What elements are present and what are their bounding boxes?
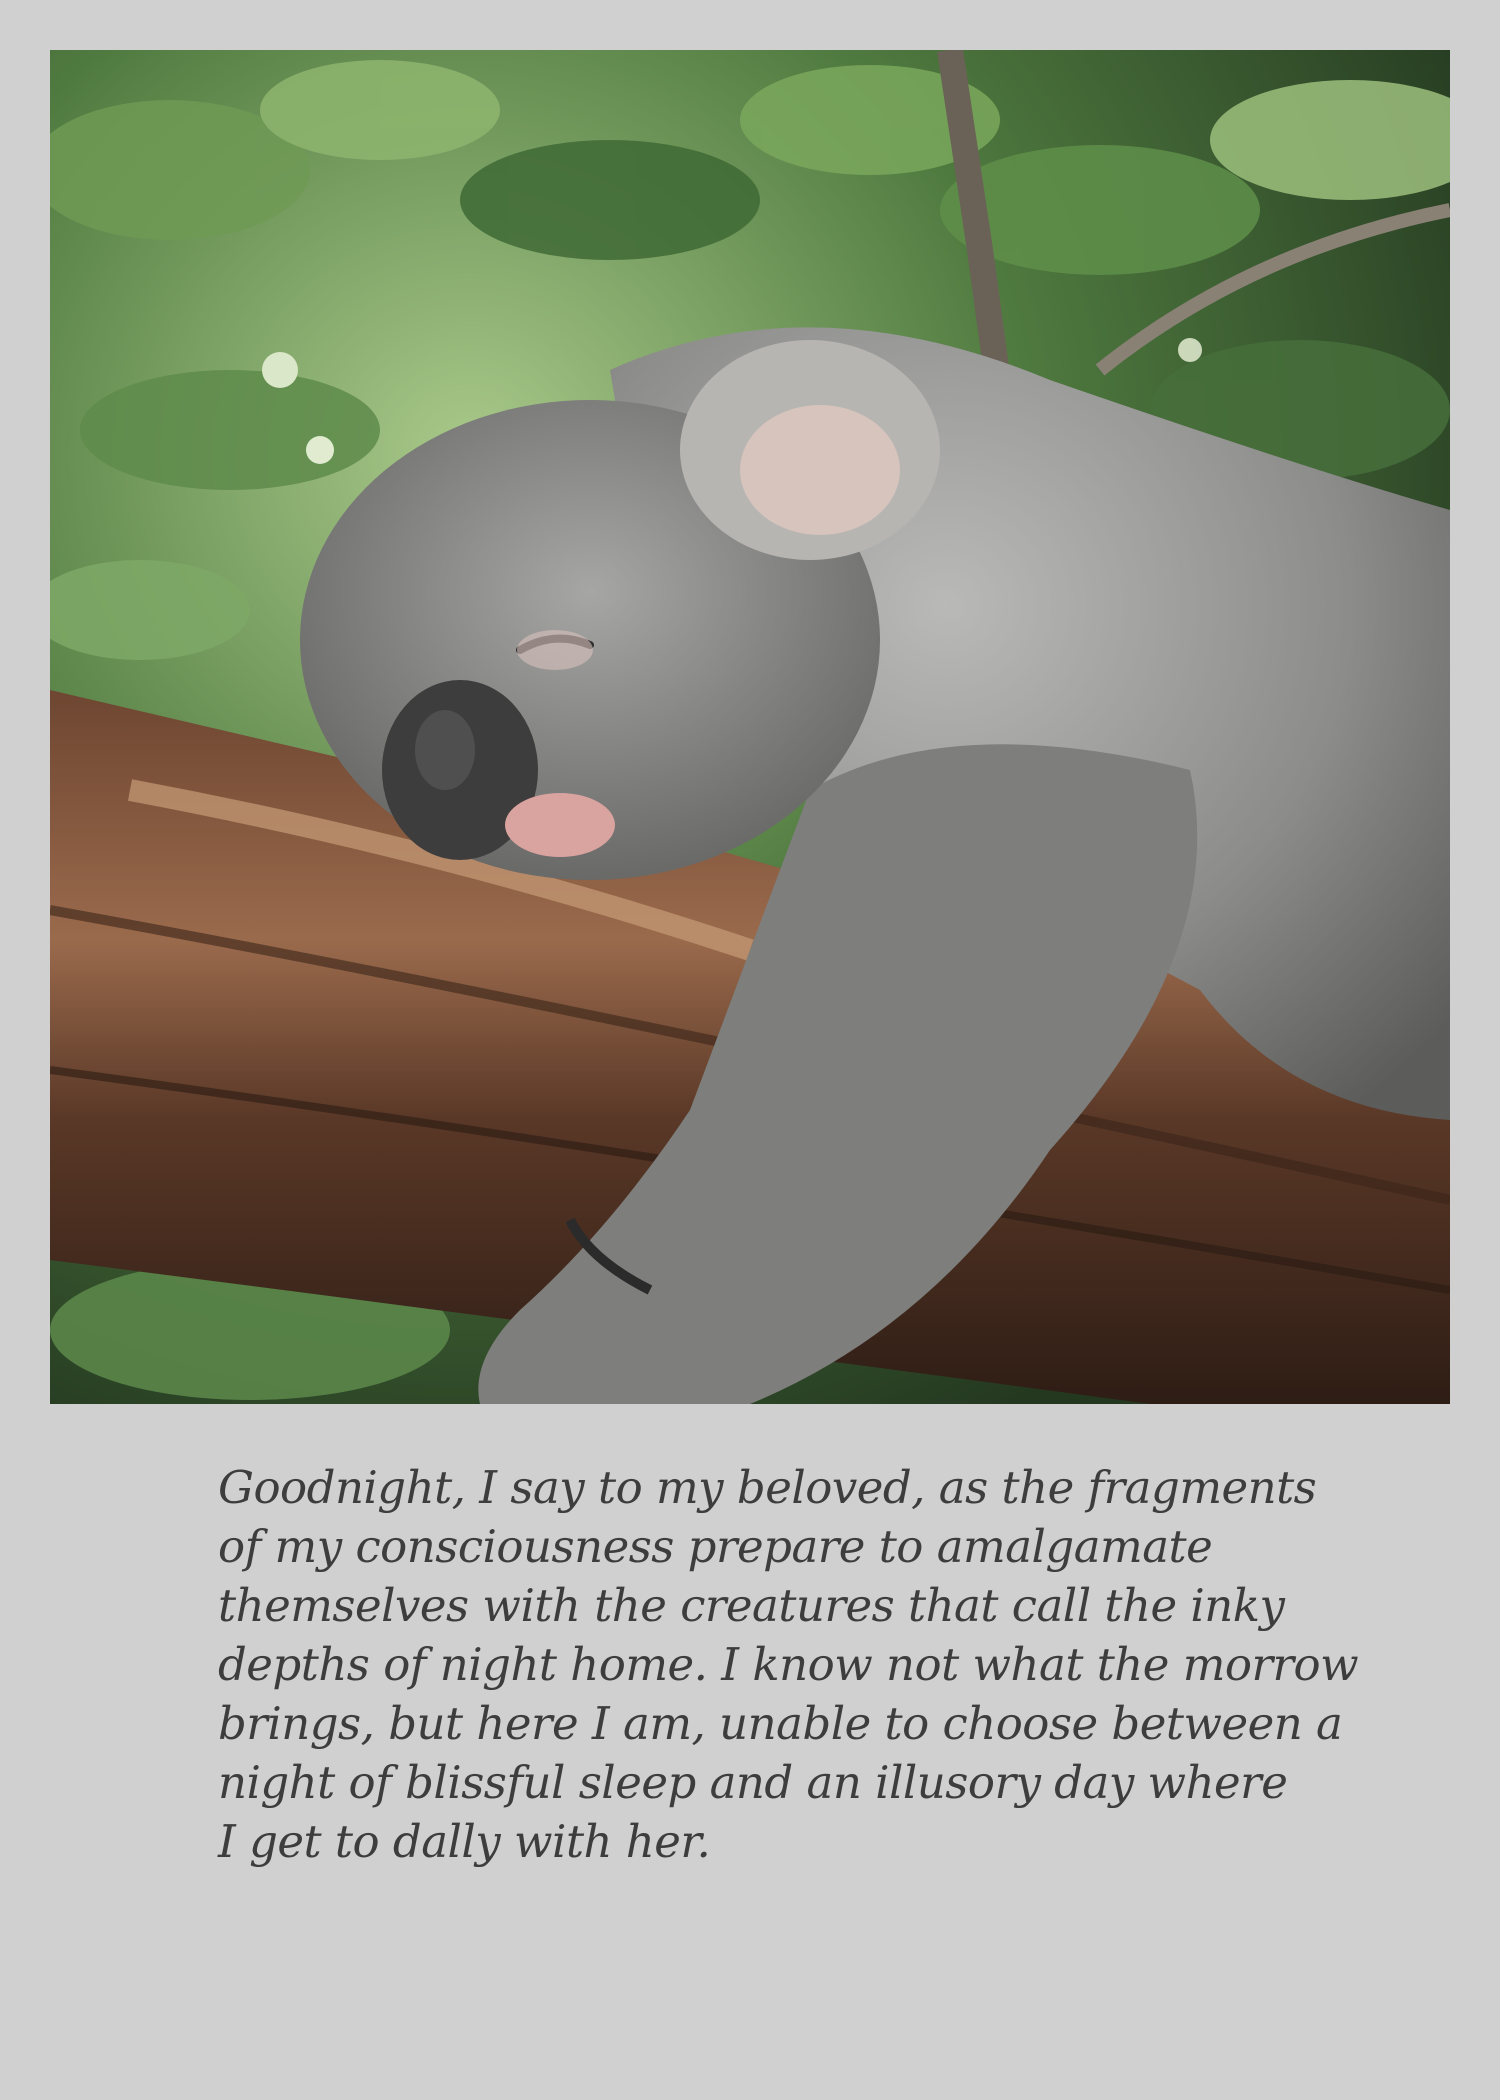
caption-line: night of blissful sleep and an illusory … xyxy=(218,1756,1288,1809)
caption-line: depths of night home. I know not what th… xyxy=(218,1638,1359,1691)
koala-photo xyxy=(50,50,1450,1404)
caption-line: of my consciousness prepare to amalgamat… xyxy=(218,1520,1213,1573)
poem-caption: Goodnight, I say to my beloved, as the f… xyxy=(218,1458,1368,1871)
caption-line: I get to dally with her. xyxy=(218,1815,711,1868)
caption-line: brings, but here I am, unable to choose … xyxy=(218,1697,1343,1750)
koala-mouth xyxy=(505,793,615,857)
caption-line: Goodnight, I say to my beloved, as the f… xyxy=(218,1461,1317,1514)
caption-line: themselves with the creatures that call … xyxy=(218,1579,1285,1632)
koala-photo-illustration xyxy=(50,50,1450,1404)
